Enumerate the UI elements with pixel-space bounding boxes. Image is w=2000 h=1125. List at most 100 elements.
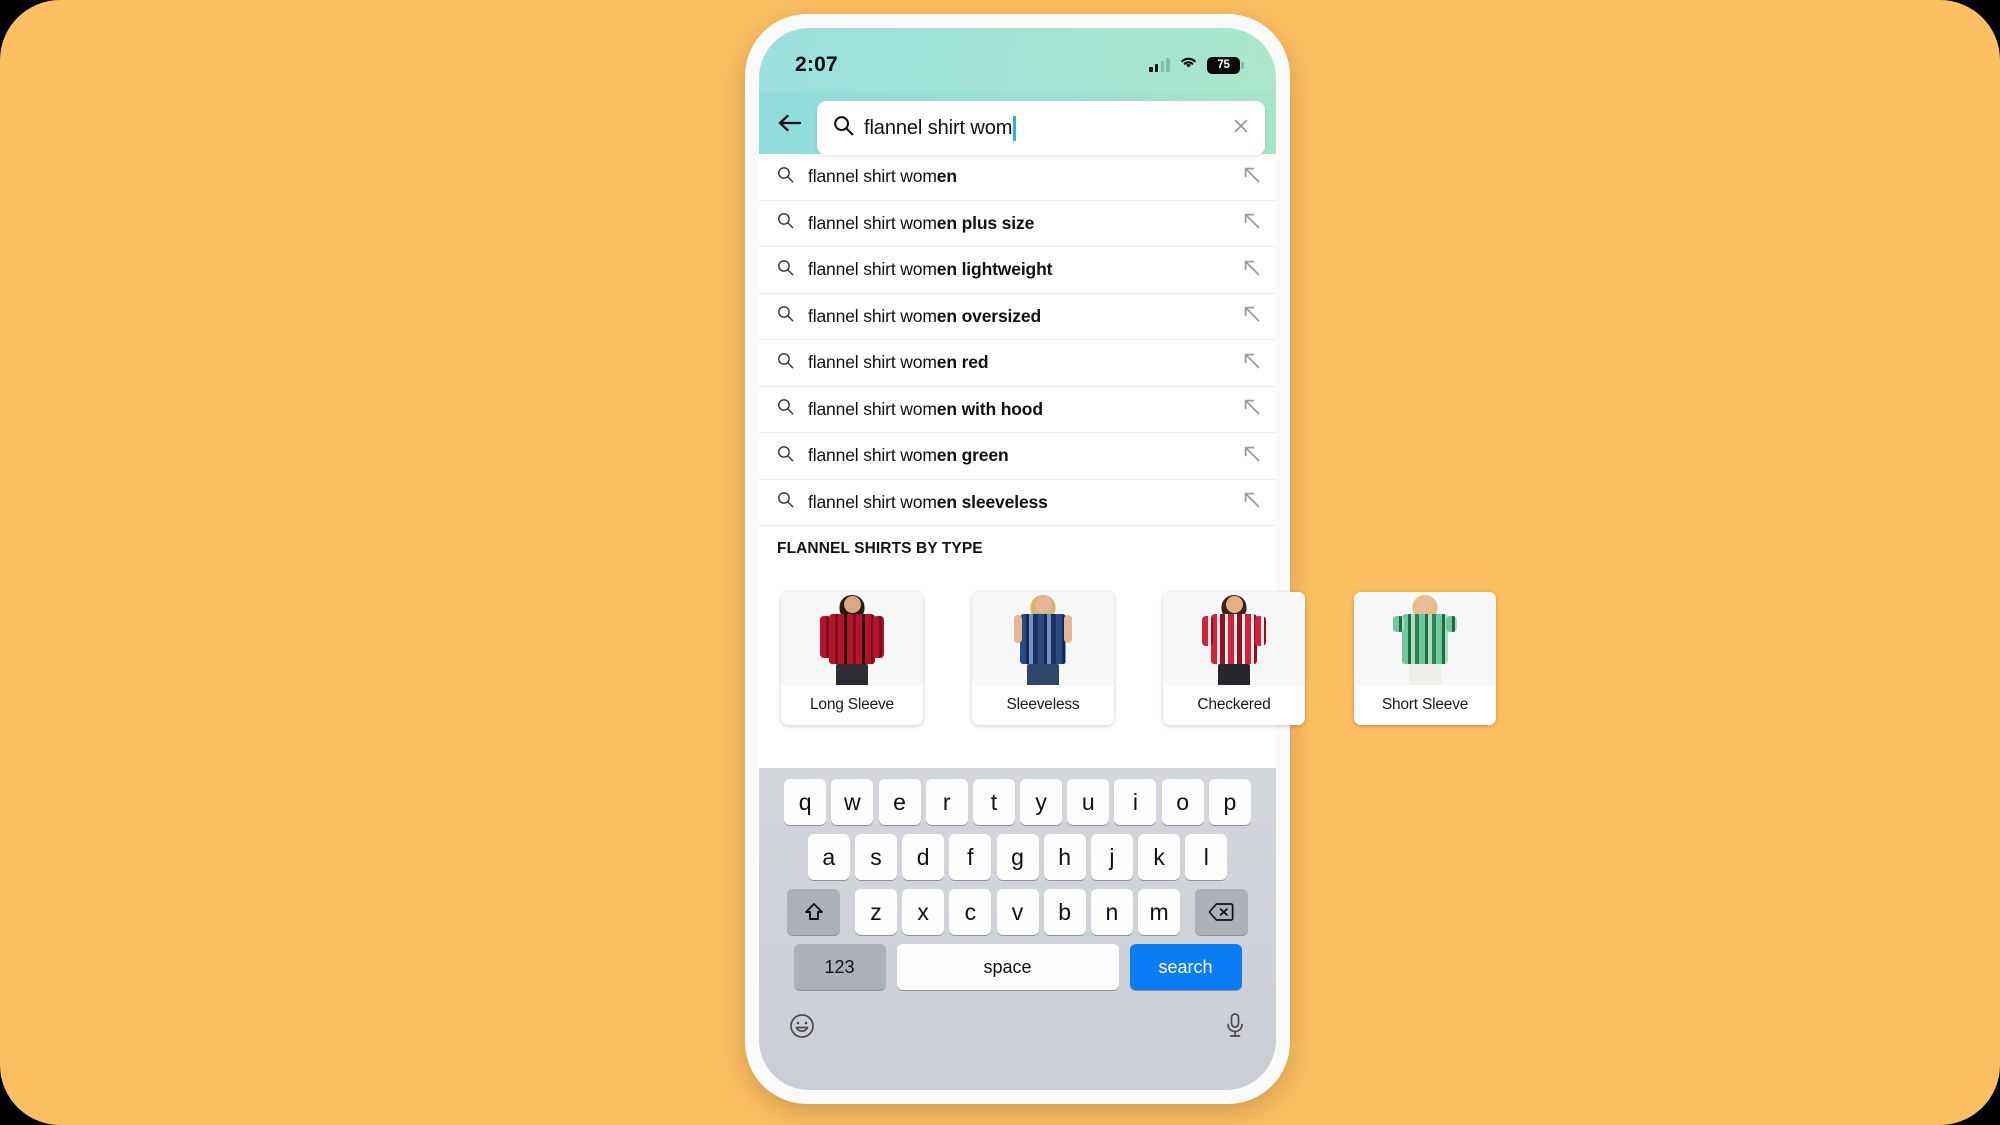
- card-thumbnail: [1354, 592, 1496, 685]
- arrow-up-left-icon[interactable]: [1241, 303, 1262, 329]
- search-icon: [777, 352, 794, 374]
- suggestion-text: flannel shirt women green: [808, 445, 1009, 466]
- search-icon: [833, 115, 854, 141]
- key-z[interactable]: z: [854, 889, 897, 935]
- suggestion-text: flannel shirt women sleeveless: [808, 492, 1048, 513]
- search-input-value: flannel shirt wom: [864, 116, 1013, 139]
- search-key[interactable]: search: [1129, 944, 1242, 990]
- key-f[interactable]: f: [949, 834, 992, 880]
- battery-level: 75: [1217, 59, 1230, 71]
- keyboard-row-3: z x c v b n m: [759, 889, 1276, 935]
- numbers-key[interactable]: 123: [793, 944, 886, 990]
- key-g[interactable]: g: [996, 834, 1039, 880]
- suggestion-prefix: flannel shirt wom: [808, 352, 937, 373]
- microphone-icon[interactable]: [1224, 1012, 1246, 1045]
- wifi-icon: [1179, 55, 1198, 75]
- product-type-card[interactable]: Checkered: [1163, 592, 1305, 725]
- key-o[interactable]: o: [1161, 779, 1204, 825]
- suggestion-row[interactable]: flannel shirt women sleeveless: [759, 480, 1276, 526]
- arrow-up-left-icon[interactable]: [1241, 164, 1262, 190]
- keyboard-row-4: 123 space search: [759, 944, 1276, 990]
- shift-arrow-icon[interactable]: [787, 889, 841, 935]
- suggestion-text: flannel shirt women: [808, 166, 957, 187]
- back-arrow-icon[interactable]: [773, 106, 807, 140]
- suggestion-completion: en oversized: [936, 305, 1041, 326]
- card-label: Sleeveless: [1006, 696, 1080, 713]
- key-h[interactable]: h: [1043, 834, 1086, 880]
- search-icon: [777, 305, 794, 327]
- key-u[interactable]: u: [1067, 779, 1110, 825]
- model-figure: [1202, 595, 1266, 685]
- arrow-up-left-icon[interactable]: [1241, 210, 1262, 236]
- search-icon: [777, 212, 794, 234]
- garment-swatch: [1393, 614, 1457, 664]
- suggestion-row[interactable]: flannel shirt women: [759, 154, 1276, 201]
- card-label: Long Sleeve: [810, 696, 894, 713]
- suggestion-prefix: flannel shirt wom: [808, 491, 937, 512]
- suggestion-row[interactable]: flannel shirt women lightweight: [759, 247, 1276, 294]
- product-type-card[interactable]: Short Sleeve: [1354, 592, 1496, 725]
- card-thumbnail: [972, 592, 1114, 685]
- key-i[interactable]: i: [1114, 779, 1157, 825]
- suggestion-row[interactable]: flannel shirt women red: [759, 340, 1276, 387]
- product-type-card[interactable]: Long Sleeve: [781, 592, 923, 725]
- close-icon[interactable]: [1231, 116, 1251, 141]
- keyboard-row-1: q w e r t y u i o p: [759, 779, 1276, 825]
- battery-icon: 75: [1207, 56, 1244, 74]
- search-header: flannel shirt wom: [759, 92, 1276, 155]
- suggestion-text: flannel shirt women oversized: [808, 306, 1041, 327]
- key-y[interactable]: y: [1020, 779, 1063, 825]
- arrow-up-left-icon[interactable]: [1241, 396, 1262, 422]
- key-l[interactable]: l: [1185, 834, 1228, 880]
- card-thumbnail: [781, 592, 923, 685]
- cellular-bars-icon: [1149, 58, 1170, 72]
- garment-swatch: [1202, 614, 1266, 664]
- search-icon: [777, 259, 794, 281]
- product-type-carousel: Long Sleeve Sleeveless Checkered Short S…: [781, 588, 1541, 730]
- arrow-up-left-icon[interactable]: [1241, 443, 1262, 469]
- suggestion-completion: en sleeveless: [936, 491, 1048, 512]
- backspace-icon[interactable]: [1194, 889, 1248, 935]
- key-k[interactable]: k: [1138, 834, 1181, 880]
- key-d[interactable]: d: [902, 834, 945, 880]
- space-key[interactable]: space: [896, 944, 1119, 990]
- key-s[interactable]: s: [854, 834, 897, 880]
- suggestion-prefix: flannel shirt wom: [808, 305, 937, 326]
- key-p[interactable]: p: [1208, 779, 1251, 825]
- suggestion-prefix: flannel shirt wom: [808, 212, 937, 233]
- key-r[interactable]: r: [925, 779, 968, 825]
- emoji-smiley-icon[interactable]: [789, 1013, 815, 1044]
- garment-swatch: [820, 614, 884, 664]
- card-label: Checkered: [1197, 696, 1271, 713]
- key-e[interactable]: e: [878, 779, 921, 825]
- key-m[interactable]: m: [1138, 889, 1181, 935]
- suggestion-prefix: flannel shirt wom: [808, 398, 937, 419]
- suggestion-completion: en red: [936, 352, 989, 373]
- key-q[interactable]: q: [784, 779, 827, 825]
- search-input[interactable]: flannel shirt wom: [817, 101, 1265, 155]
- key-w[interactable]: w: [831, 779, 874, 825]
- arrow-up-left-icon[interactable]: [1241, 489, 1262, 515]
- screenshot-canvas: 2:07 75 flannel shirt wom flannel shirt …: [0, 0, 2000, 1125]
- key-t[interactable]: t: [972, 779, 1015, 825]
- suggestion-text: flannel shirt women with hood: [808, 399, 1043, 420]
- key-n[interactable]: n: [1090, 889, 1133, 935]
- key-a[interactable]: a: [807, 834, 850, 880]
- suggestion-row[interactable]: flannel shirt women with hood: [759, 387, 1276, 433]
- suggestion-row[interactable]: flannel shirt women green: [759, 433, 1276, 480]
- key-b[interactable]: b: [1043, 889, 1086, 935]
- status-icon-group: 75: [1149, 55, 1244, 75]
- arrow-up-left-icon[interactable]: [1241, 257, 1262, 283]
- suggestion-row[interactable]: flannel shirt women oversized: [759, 294, 1276, 340]
- search-suggestions-list: flannel shirt women flannel shirt women …: [759, 154, 1276, 526]
- key-v[interactable]: v: [996, 889, 1039, 935]
- product-type-card[interactable]: Sleeveless: [972, 592, 1114, 725]
- status-clock: 2:07: [795, 53, 838, 76]
- suggestion-prefix: flannel shirt wom: [808, 259, 937, 280]
- suggestion-completion: en green: [936, 445, 1009, 466]
- arrow-up-left-icon[interactable]: [1241, 350, 1262, 376]
- suggestion-row[interactable]: flannel shirt women plus size: [759, 201, 1276, 247]
- key-j[interactable]: j: [1090, 834, 1133, 880]
- key-x[interactable]: x: [902, 889, 945, 935]
- key-c[interactable]: c: [949, 889, 992, 935]
